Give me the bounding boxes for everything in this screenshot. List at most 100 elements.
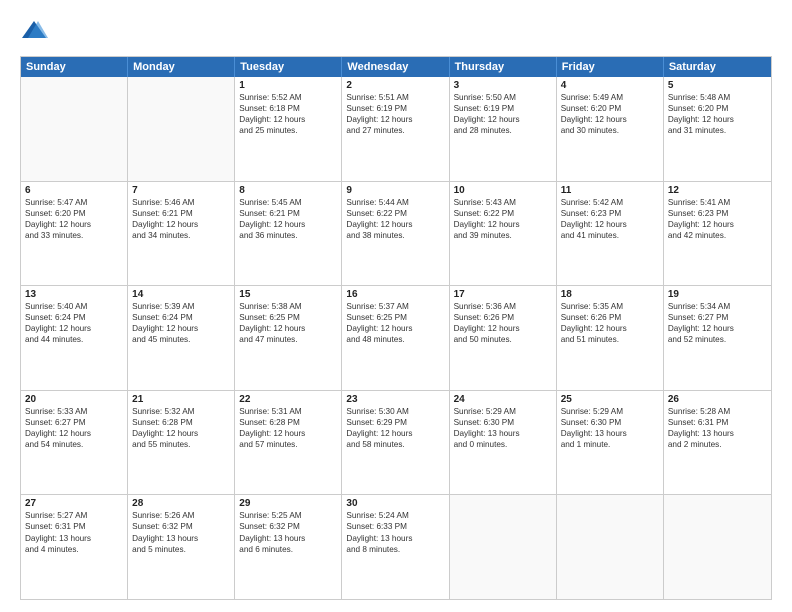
cell-line: Daylight: 12 hours (239, 114, 337, 125)
header-day-tuesday: Tuesday (235, 57, 342, 77)
cell-line: Sunrise: 5:32 AM (132, 406, 230, 417)
calendar-cell-11: 11Sunrise: 5:42 AMSunset: 6:23 PMDayligh… (557, 182, 664, 286)
cell-line: and 34 minutes. (132, 230, 230, 241)
cell-line: Sunset: 6:31 PM (668, 417, 767, 428)
calendar-cell-13: 13Sunrise: 5:40 AMSunset: 6:24 PMDayligh… (21, 286, 128, 390)
day-number: 11 (561, 185, 659, 196)
calendar-cell-19: 19Sunrise: 5:34 AMSunset: 6:27 PMDayligh… (664, 286, 771, 390)
cell-line: Sunrise: 5:29 AM (561, 406, 659, 417)
calendar-cell-23: 23Sunrise: 5:30 AMSunset: 6:29 PMDayligh… (342, 391, 449, 495)
day-number: 15 (239, 289, 337, 300)
cell-line: Sunrise: 5:33 AM (25, 406, 123, 417)
cell-line: Sunset: 6:25 PM (239, 312, 337, 323)
cell-line: Daylight: 13 hours (561, 428, 659, 439)
calendar-cell-29: 29Sunrise: 5:25 AMSunset: 6:32 PMDayligh… (235, 495, 342, 599)
day-number: 19 (668, 289, 767, 300)
cell-line: Daylight: 13 hours (239, 533, 337, 544)
calendar-header: SundayMondayTuesdayWednesdayThursdayFrid… (21, 57, 771, 77)
cell-line: Sunset: 6:27 PM (668, 312, 767, 323)
cell-line: Sunrise: 5:37 AM (346, 301, 444, 312)
cell-line: and 27 minutes. (346, 125, 444, 136)
header-day-saturday: Saturday (664, 57, 771, 77)
cell-line: Daylight: 13 hours (454, 428, 552, 439)
cell-line: and 0 minutes. (454, 439, 552, 450)
cell-line: Daylight: 12 hours (561, 323, 659, 334)
cell-line: Daylight: 12 hours (668, 219, 767, 230)
calendar-row-3: 13Sunrise: 5:40 AMSunset: 6:24 PMDayligh… (21, 286, 771, 391)
cell-line: and 39 minutes. (454, 230, 552, 241)
cell-line: and 4 minutes. (25, 544, 123, 555)
cell-line: and 25 minutes. (239, 125, 337, 136)
cell-line: Sunrise: 5:38 AM (239, 301, 337, 312)
day-number: 16 (346, 289, 444, 300)
cell-line: Daylight: 12 hours (239, 219, 337, 230)
cell-line: Sunset: 6:20 PM (561, 103, 659, 114)
calendar-cell-21: 21Sunrise: 5:32 AMSunset: 6:28 PMDayligh… (128, 391, 235, 495)
cell-line: Sunset: 6:23 PM (668, 208, 767, 219)
day-number: 29 (239, 498, 337, 509)
calendar-row-1: 1Sunrise: 5:52 AMSunset: 6:18 PMDaylight… (21, 77, 771, 182)
day-number: 23 (346, 394, 444, 405)
cell-line: Sunrise: 5:27 AM (25, 510, 123, 521)
cell-line: Sunset: 6:21 PM (132, 208, 230, 219)
cell-line: Sunrise: 5:29 AM (454, 406, 552, 417)
cell-line: Sunrise: 5:47 AM (25, 197, 123, 208)
cell-line: Sunset: 6:32 PM (239, 521, 337, 532)
day-number: 13 (25, 289, 123, 300)
cell-line: Sunset: 6:20 PM (25, 208, 123, 219)
cell-line: Daylight: 12 hours (454, 114, 552, 125)
calendar-cell-26: 26Sunrise: 5:28 AMSunset: 6:31 PMDayligh… (664, 391, 771, 495)
cell-line: Daylight: 12 hours (239, 428, 337, 439)
cell-line: Sunrise: 5:45 AM (239, 197, 337, 208)
calendar-cell-27: 27Sunrise: 5:27 AMSunset: 6:31 PMDayligh… (21, 495, 128, 599)
cell-line: and 31 minutes. (668, 125, 767, 136)
cell-line: Daylight: 13 hours (668, 428, 767, 439)
day-number: 4 (561, 80, 659, 91)
cell-line: Sunset: 6:18 PM (239, 103, 337, 114)
header-day-wednesday: Wednesday (342, 57, 449, 77)
calendar-row-5: 27Sunrise: 5:27 AMSunset: 6:31 PMDayligh… (21, 495, 771, 599)
cell-line: Daylight: 12 hours (668, 114, 767, 125)
day-number: 22 (239, 394, 337, 405)
cell-line: and 42 minutes. (668, 230, 767, 241)
header-day-sunday: Sunday (21, 57, 128, 77)
cell-line: and 55 minutes. (132, 439, 230, 450)
day-number: 14 (132, 289, 230, 300)
cell-line: Sunrise: 5:42 AM (561, 197, 659, 208)
calendar-cell-22: 22Sunrise: 5:31 AMSunset: 6:28 PMDayligh… (235, 391, 342, 495)
page: SundayMondayTuesdayWednesdayThursdayFrid… (0, 0, 792, 612)
cell-line: Daylight: 12 hours (346, 323, 444, 334)
cell-line: and 50 minutes. (454, 334, 552, 345)
cell-line: Sunset: 6:26 PM (454, 312, 552, 323)
calendar-cell-16: 16Sunrise: 5:37 AMSunset: 6:25 PMDayligh… (342, 286, 449, 390)
cell-line: and 5 minutes. (132, 544, 230, 555)
day-number: 28 (132, 498, 230, 509)
calendar-cell-15: 15Sunrise: 5:38 AMSunset: 6:25 PMDayligh… (235, 286, 342, 390)
cell-line: Sunrise: 5:48 AM (668, 92, 767, 103)
day-number: 9 (346, 185, 444, 196)
cell-line: Sunrise: 5:50 AM (454, 92, 552, 103)
day-number: 17 (454, 289, 552, 300)
cell-line: Sunrise: 5:26 AM (132, 510, 230, 521)
cell-line: Sunset: 6:22 PM (346, 208, 444, 219)
cell-line: and 45 minutes. (132, 334, 230, 345)
cell-line: and 1 minute. (561, 439, 659, 450)
cell-line: Sunset: 6:19 PM (454, 103, 552, 114)
day-number: 27 (25, 498, 123, 509)
cell-line: Sunrise: 5:25 AM (239, 510, 337, 521)
cell-line: Daylight: 12 hours (25, 323, 123, 334)
cell-line: Daylight: 12 hours (25, 428, 123, 439)
cell-line: Daylight: 12 hours (132, 219, 230, 230)
logo (20, 18, 52, 46)
day-number: 8 (239, 185, 337, 196)
day-number: 24 (454, 394, 552, 405)
cell-line: Sunset: 6:26 PM (561, 312, 659, 323)
calendar-cell-9: 9Sunrise: 5:44 AMSunset: 6:22 PMDaylight… (342, 182, 449, 286)
cell-line: Daylight: 12 hours (561, 219, 659, 230)
day-number: 2 (346, 80, 444, 91)
calendar-cell-8: 8Sunrise: 5:45 AMSunset: 6:21 PMDaylight… (235, 182, 342, 286)
cell-line: Sunset: 6:20 PM (668, 103, 767, 114)
calendar-cell-empty (557, 495, 664, 599)
cell-line: Sunrise: 5:39 AM (132, 301, 230, 312)
cell-line: Daylight: 12 hours (346, 428, 444, 439)
